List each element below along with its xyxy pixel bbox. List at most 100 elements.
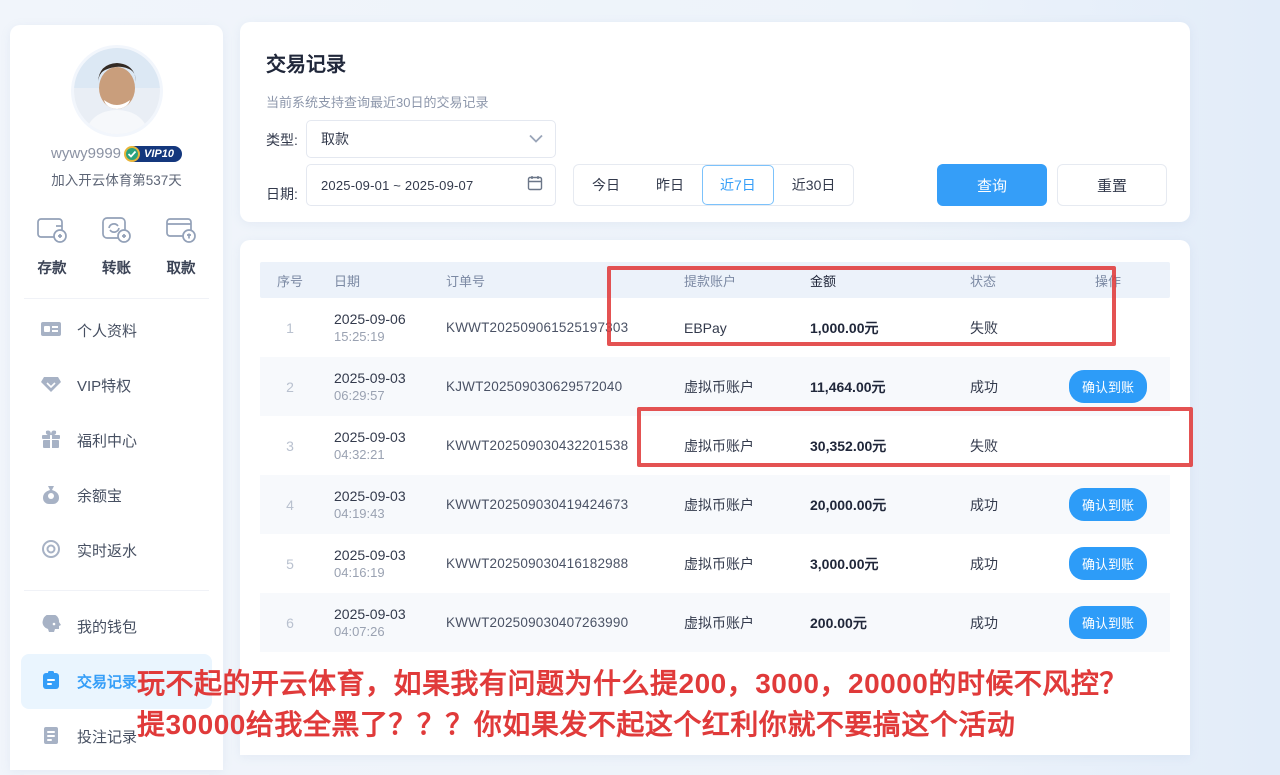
gift-icon — [40, 429, 62, 453]
cell-no: 4 — [260, 497, 320, 513]
cell-order-number: KWWT202509030419424673 — [432, 497, 670, 512]
table-row: 4 2025-09-03 04:19:43 KWWT20250903041942… — [260, 475, 1170, 534]
query-button[interactable]: 查询 — [937, 164, 1047, 206]
col-header-date: 日期 — [320, 271, 432, 290]
sidebar-item-welfare-center[interactable]: 福利中心 — [10, 413, 223, 468]
range-yesterday-button[interactable]: 昨日 — [638, 165, 702, 205]
cell-amount: 11,464.00元 — [798, 377, 946, 397]
cell-status: 成功 — [946, 554, 1046, 574]
transaction-table-panel: 序号 日期 订单号 提款账户 金额 状态 操作 1 2025-09-06 15:… — [240, 240, 1190, 755]
cell-amount: 20,000.00元 — [798, 495, 946, 515]
cell-status: 成功 — [946, 495, 1046, 515]
sidebar-item-realtime-rebate[interactable]: 实时返水 — [10, 523, 223, 578]
sidebar-item-vip-privileges[interactable]: VIP特权 — [10, 358, 223, 413]
transaction-table: 序号 日期 订单号 提款账户 金额 状态 操作 1 2025-09-06 15:… — [260, 262, 1170, 652]
col-header-action: 操作 — [1046, 271, 1170, 290]
cell-no: 6 — [260, 615, 320, 631]
cell-no: 2 — [260, 379, 320, 395]
transfer-button[interactable]: 转账 — [101, 215, 133, 278]
table-body: 1 2025-09-06 15:25:19 KWWT20250906152519… — [260, 298, 1170, 652]
sidebar: wywy9999 VIP10 加入开云体育第537天 — [10, 25, 223, 770]
sidebar-item-transaction-records[interactable]: 交易记录 — [21, 654, 212, 709]
range-last30days-button[interactable]: 近30日 — [774, 165, 854, 205]
transaction-record-icon — [40, 670, 62, 694]
range-today-button[interactable]: 今日 — [574, 165, 638, 205]
cell-status: 失败 — [946, 436, 1046, 456]
confirm-receipt-button[interactable]: 确认到账 — [1069, 488, 1147, 521]
sidebar-item-yuebao[interactable]: 余额宝 — [10, 468, 223, 523]
type-label: 类型: — [266, 130, 298, 150]
cell-withdraw-account: EBPay — [670, 320, 798, 336]
type-select[interactable]: 取款 — [306, 120, 556, 158]
col-header-status: 状态 — [946, 271, 1046, 290]
cell-no: 5 — [260, 556, 320, 572]
cell-withdraw-account: 虚拟币账户 — [670, 436, 798, 456]
money-bag-icon — [40, 484, 62, 508]
quick-range-group: 今日 昨日 近7日 近30日 — [573, 164, 854, 206]
cell-withdraw-account: 虚拟币账户 — [670, 495, 798, 515]
col-header-no: 序号 — [260, 271, 320, 290]
cell-amount: 30,352.00元 — [798, 436, 946, 456]
sidebar-item-personal-info[interactable]: 个人资料 — [10, 303, 223, 358]
cell-amount: 3,000.00元 — [798, 554, 946, 574]
cell-date: 2025-09-03 06:29:57 — [320, 370, 432, 403]
cell-order-number: KJWT202509030629572040 — [432, 379, 670, 394]
filter-panel: 交易记录 当前系统支持查询最近30日的交易记录 类型: 取款 日期: 2025-… — [240, 22, 1190, 222]
bet-record-icon — [40, 725, 62, 749]
id-card-icon — [40, 319, 62, 343]
withdraw-button[interactable]: 取款 — [165, 215, 197, 278]
cell-amount: 1,000.00元 — [798, 318, 946, 338]
avatar[interactable] — [71, 45, 163, 137]
table-row: 5 2025-09-03 04:16:19 KWWT20250903041618… — [260, 534, 1170, 593]
vip-shield-icon — [123, 145, 141, 166]
cell-action: 确认到账 — [1046, 370, 1170, 403]
cell-amount: 200.00元 — [798, 613, 946, 633]
cell-withdraw-account: 虚拟币账户 — [670, 377, 798, 397]
col-header-account: 提款账户 — [670, 271, 798, 290]
cell-withdraw-account: 虚拟币账户 — [670, 554, 798, 574]
date-range-value: 2025-09-01 ~ 2025-09-07 — [321, 178, 473, 193]
calendar-icon — [527, 175, 543, 196]
cell-date: 2025-09-06 15:25:19 — [320, 311, 432, 344]
username: wywy9999 — [51, 145, 121, 162]
joined-days-text: 加入开云体育第537天 — [10, 169, 223, 189]
table-row: 3 2025-09-03 04:32:21 KWWT20250903043220… — [260, 416, 1170, 475]
cell-order-number: KWWT202509061525197303 — [432, 320, 670, 335]
confirm-receipt-button[interactable]: 确认到账 — [1069, 606, 1147, 639]
cell-action: 确认到账 — [1046, 606, 1170, 639]
sidebar-nav-bottom: 我的钱包 交易记录 投注记录 — [10, 591, 223, 764]
table-header-row: 序号 日期 订单号 提款账户 金额 状态 操作 — [260, 262, 1170, 298]
page-subtitle: 当前系统支持查询最近30日的交易记录 — [266, 92, 488, 111]
rebate-icon — [40, 539, 62, 563]
cell-status: 成功 — [946, 613, 1046, 633]
gem-icon — [40, 374, 62, 398]
cell-no: 1 — [260, 320, 320, 336]
cell-no: 3 — [260, 438, 320, 454]
cell-status: 失败 — [946, 318, 1046, 338]
cell-status: 成功 — [946, 377, 1046, 397]
page-title: 交易记录 — [266, 48, 346, 77]
withdraw-icon — [165, 215, 197, 250]
table-row: 2 2025-09-03 06:29:57 KJWT20250903062957… — [260, 357, 1170, 416]
vip-badge: VIP10 — [127, 146, 182, 162]
transfer-icon — [101, 215, 133, 250]
confirm-receipt-button[interactable]: 确认到账 — [1069, 370, 1147, 403]
table-row: 1 2025-09-06 15:25:19 KWWT20250906152519… — [260, 298, 1170, 357]
sidebar-item-bet-records[interactable]: 投注记录 — [10, 709, 223, 764]
cell-action: 确认到账 — [1046, 488, 1170, 521]
cell-date: 2025-09-03 04:32:21 — [320, 429, 432, 462]
chevron-down-icon — [529, 130, 543, 148]
cell-date: 2025-09-03 04:19:43 — [320, 488, 432, 521]
cell-order-number: KWWT202509030416182988 — [432, 556, 670, 571]
cell-date: 2025-09-03 04:16:19 — [320, 547, 432, 580]
date-range-input[interactable]: 2025-09-01 ~ 2025-09-07 — [306, 164, 556, 206]
deposit-icon — [36, 215, 68, 250]
cell-date: 2025-09-03 04:07:26 — [320, 606, 432, 639]
sidebar-item-my-wallet[interactable]: 我的钱包 — [10, 599, 223, 654]
range-last7days-button[interactable]: 近7日 — [702, 165, 774, 205]
cell-order-number: KWWT202509030407263990 — [432, 615, 670, 630]
deposit-button[interactable]: 存款 — [36, 215, 68, 278]
confirm-receipt-button[interactable]: 确认到账 — [1069, 547, 1147, 580]
table-row: 6 2025-09-03 04:07:26 KWWT20250903040726… — [260, 593, 1170, 652]
reset-button[interactable]: 重置 — [1057, 164, 1167, 206]
